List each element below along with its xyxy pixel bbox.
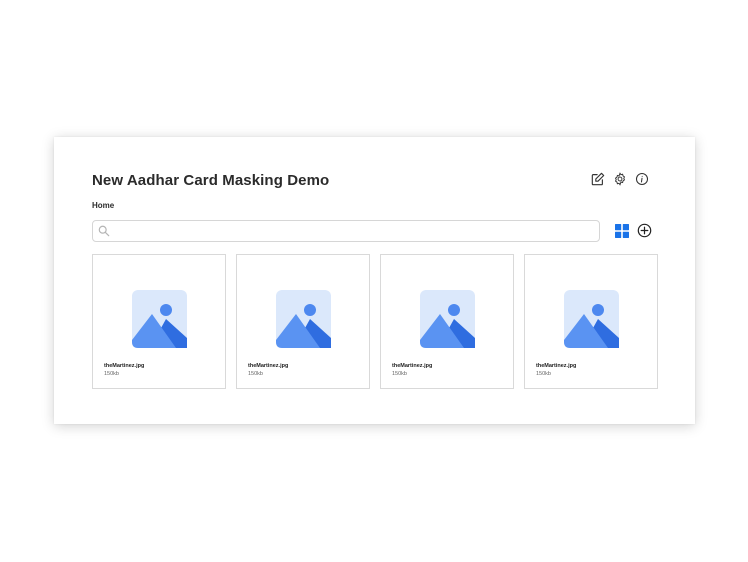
info-icon[interactable] bbox=[635, 172, 649, 186]
image-placeholder-icon bbox=[132, 290, 187, 348]
file-size: 150kb bbox=[536, 371, 551, 377]
image-placeholder-icon bbox=[276, 290, 331, 348]
image-placeholder-icon bbox=[420, 290, 475, 348]
breadcrumb[interactable]: Home bbox=[92, 201, 114, 210]
file-size: 150kb bbox=[104, 371, 119, 377]
file-grid: theMartinez.jpg 150kb theMartinez.jpg 15… bbox=[92, 254, 658, 389]
image-placeholder-icon bbox=[564, 290, 619, 348]
file-name: theMartinez.jpg bbox=[392, 363, 433, 369]
page-title: New Aadhar Card Masking Demo bbox=[92, 172, 330, 189]
main-panel: New Aadhar Card Masking Demo Home theMar… bbox=[54, 137, 695, 424]
search-input[interactable] bbox=[112, 221, 599, 241]
file-name: theMartinez.jpg bbox=[536, 363, 577, 369]
file-name: theMartinez.jpg bbox=[104, 363, 145, 369]
grid-view-icon[interactable] bbox=[615, 224, 629, 238]
add-circle-icon[interactable] bbox=[637, 223, 652, 238]
file-size: 150kb bbox=[392, 371, 407, 377]
gear-icon[interactable] bbox=[613, 172, 627, 186]
file-size: 150kb bbox=[248, 371, 263, 377]
header-actions bbox=[591, 172, 649, 186]
file-card[interactable]: theMartinez.jpg 150kb bbox=[524, 254, 658, 389]
search-bar[interactable] bbox=[92, 220, 600, 242]
file-card[interactable]: theMartinez.jpg 150kb bbox=[92, 254, 226, 389]
file-card[interactable]: theMartinez.jpg 150kb bbox=[380, 254, 514, 389]
edit-icon[interactable] bbox=[591, 172, 605, 186]
file-name: theMartinez.jpg bbox=[248, 363, 289, 369]
file-card[interactable]: theMartinez.jpg 150kb bbox=[236, 254, 370, 389]
search-icon bbox=[98, 224, 112, 238]
